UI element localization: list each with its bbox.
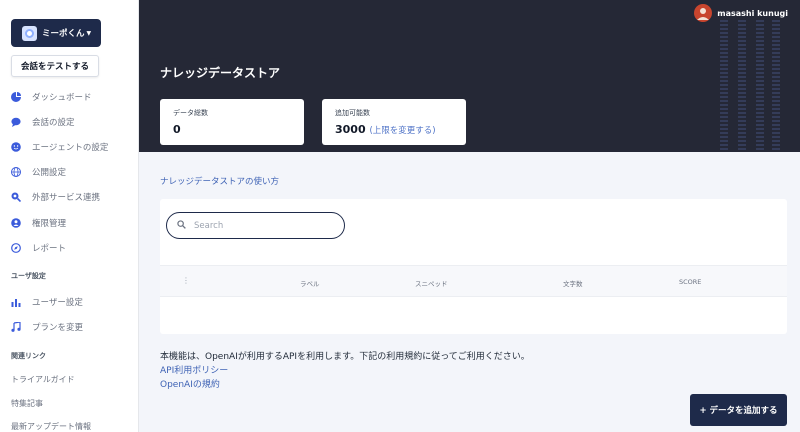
compass-icon xyxy=(11,243,21,253)
page-title: ナレッジデータストア xyxy=(160,66,281,80)
bot-selector-button[interactable]: ミーポくん ▼ xyxy=(11,19,101,47)
sidebar-item-user-settings[interactable]: ユーザー設定 xyxy=(11,295,83,309)
sidebar-item-label: ダッシュボード xyxy=(32,93,92,103)
sidebar-item-external-services[interactable]: 外部サービス連携 xyxy=(11,190,100,204)
test-conversation-button[interactable]: 会話をテストする xyxy=(11,55,99,77)
data-table-panel: ⋮ ラベル スニペッド 文字数 SCORE xyxy=(160,199,787,334)
user-settings-section-label: ユーザ設定 xyxy=(11,272,46,280)
stat-label: データ総数 xyxy=(173,109,208,117)
chevron-down-icon: ▼ xyxy=(86,29,92,37)
sidebar-item-agent-settings[interactable]: エージェントの設定 xyxy=(11,140,108,154)
globe-icon xyxy=(11,167,21,177)
column-header-char-count[interactable]: 文字数 xyxy=(563,278,583,288)
user-circle-icon xyxy=(11,218,21,228)
add-data-button[interactable]: + データを追加する xyxy=(690,394,787,426)
column-header-label[interactable]: ラベル xyxy=(300,278,320,288)
avatar xyxy=(694,4,713,22)
api-notice: 本機能は、OpenAIが利用するAPIを利用します。下記の利用規約に従ってご利用… xyxy=(160,352,530,362)
table-header: ⋮ ラベル スニペッド 文字数 SCORE xyxy=(160,265,787,297)
bar-chart-icon xyxy=(11,297,21,307)
search-box[interactable] xyxy=(166,212,345,239)
sidebar-item-report[interactable]: レポート xyxy=(11,241,66,255)
page-header: masashi kunugi ナレッジデータストア データ総数 0 追加可能数 … xyxy=(139,0,800,152)
sidebar-item-label: ユーザー設定 xyxy=(32,298,83,308)
stat-card-capacity: 追加可能数 3000 (上限を変更する) xyxy=(322,99,466,145)
column-drag-handle-icon[interactable]: ⋮ xyxy=(182,276,190,285)
search-icon xyxy=(177,219,186,232)
column-header-snippet[interactable]: スニペッド xyxy=(415,278,448,288)
sidebar-item-label: 公開設定 xyxy=(32,168,67,178)
column-header-score[interactable]: SCORE xyxy=(679,278,701,286)
integration-icon xyxy=(11,192,21,202)
sidebar-item-dashboard[interactable]: ダッシュボード xyxy=(11,90,92,104)
sidebar-item-label: プランを変更 xyxy=(32,323,84,333)
stat-value: 3000 (上限を変更する) xyxy=(335,123,436,136)
sidebar-item-permissions[interactable]: 権限管理 xyxy=(11,216,66,230)
sidebar-item-label: 権限管理 xyxy=(32,219,67,229)
link-trial-guide[interactable]: トライアルガイド xyxy=(11,374,75,385)
link-latest-updates[interactable]: 最新アップデート情報 xyxy=(11,421,91,432)
link-feature-articles[interactable]: 特集記事 xyxy=(11,398,43,409)
api-policy-link[interactable]: API利用ポリシー xyxy=(160,363,228,376)
bot-avatar-icon xyxy=(22,25,37,41)
sidebar-item-change-plan[interactable]: プランを変更 xyxy=(11,320,83,334)
usage-guide-link[interactable]: ナレッジデータストアの使い方 xyxy=(160,175,279,187)
sidebar-item-conversation-settings[interactable]: 会話の設定 xyxy=(11,115,75,129)
chat-bubble-icon xyxy=(11,117,21,127)
stat-card-total: データ総数 0 xyxy=(160,99,304,145)
smiley-icon xyxy=(11,142,21,152)
bot-name: ミーポくん xyxy=(42,29,85,39)
decorative-stripes xyxy=(720,20,780,152)
sidebar-item-publish-settings[interactable]: 公開設定 xyxy=(11,165,66,179)
user-name: masashi kunugi xyxy=(717,8,788,18)
openai-terms-link[interactable]: OpenAIの規約 xyxy=(160,377,220,390)
search-input[interactable] xyxy=(194,220,334,231)
music-note-icon xyxy=(11,322,21,332)
sidebar-item-label: エージェントの設定 xyxy=(32,143,109,153)
sidebar-item-label: 会話の設定 xyxy=(32,118,75,128)
sidebar-item-label: レポート xyxy=(32,244,67,254)
stat-label: 追加可能数 xyxy=(335,109,370,117)
user-menu[interactable]: masashi kunugi xyxy=(694,4,788,22)
sidebar-item-label: 外部サービス連携 xyxy=(32,193,101,203)
stat-value: 0 xyxy=(173,123,181,136)
pie-chart-icon xyxy=(11,92,21,102)
sidebar: ミーポくん ▼ 会話をテストする ダッシュボード 会話の設定 エージェントの設定… xyxy=(0,0,139,432)
change-limit-link[interactable]: (上限を変更する) xyxy=(369,126,435,136)
related-links-section-label: 関連リンク xyxy=(11,352,46,360)
